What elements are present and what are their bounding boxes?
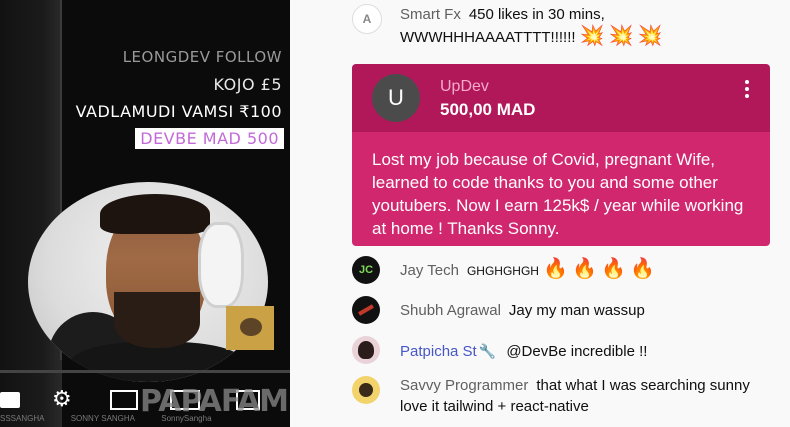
guitar-icon xyxy=(358,304,374,316)
overlay-line-3: VADLAMUDI VAMSI ₹100 xyxy=(75,102,282,121)
social-handle: SONNY SANGHA xyxy=(70,414,136,423)
author-name[interactable]: Shubh Agrawal xyxy=(400,302,501,319)
author-name[interactable]: Patpicha St xyxy=(400,343,477,360)
fire-emoji: 🔥 xyxy=(630,256,656,280)
fire-emoji: 🔥 xyxy=(543,256,569,280)
chat-message: Jay Tech GHGHGHGH 🔥 🔥 🔥 🔥 xyxy=(400,258,790,282)
chat-message: Savvy Programmer that what I was searchin… xyxy=(400,375,760,417)
video-player[interactable]: LEONGDEV FOLLOW KOJO £5 VADLAMUDI VAMSI … xyxy=(0,0,290,427)
profile-photo xyxy=(358,341,374,359)
fire-emoji: 🔥 xyxy=(572,256,598,280)
miniplayer-icon[interactable] xyxy=(110,390,138,410)
progress-bar[interactable] xyxy=(0,370,290,373)
avatar xyxy=(352,336,380,364)
superchat-card[interactable]: U UpDev 500,00 MAD Lost my job because o… xyxy=(352,64,770,246)
beard xyxy=(114,292,200,348)
author-name[interactable]: Jay Tech xyxy=(400,262,459,279)
social-handles: SSSANGHA SONNY SANGHA SonnySangha xyxy=(0,414,290,427)
avatar: JC xyxy=(352,256,380,284)
avatar xyxy=(352,296,380,324)
headphone-icon xyxy=(198,222,244,308)
superchat-amount: 500,00 MAD xyxy=(440,100,536,119)
overlay-line-1: LEONGDEV FOLLOW xyxy=(122,48,282,66)
chat-message: Shubh Agrawal Jay my man wassup xyxy=(400,300,790,321)
profile-photo xyxy=(359,383,373,397)
subtitles-icon[interactable] xyxy=(0,392,20,408)
webcam-circle xyxy=(28,182,268,382)
message-text: @DevBe incredible !! xyxy=(506,343,648,360)
collision-emoji: 💥 xyxy=(579,23,605,47)
chat-message: Patpicha St 🔧 @DevBe incredible !! xyxy=(400,341,790,363)
collision-emoji: 💥 xyxy=(608,23,634,47)
avatar: U xyxy=(372,74,420,122)
message-text: GHGHGHGH xyxy=(466,264,539,278)
collision-emoji: 💥 xyxy=(637,23,663,47)
overlay-line-4: DEVBE MAD 500 xyxy=(135,128,284,149)
gear-icon[interactable]: ⚙ xyxy=(52,388,72,410)
fire-emoji: 🔥 xyxy=(601,256,627,280)
superchat-header: U UpDev 500,00 MAD xyxy=(352,64,770,132)
message-text: Jay my man wassup xyxy=(508,302,645,319)
superchat-message: Lost my job because of Covid, pregnant W… xyxy=(352,132,770,246)
avatar: A xyxy=(352,4,382,34)
cat-thumbnail-image xyxy=(226,306,274,350)
more-options-icon[interactable] xyxy=(744,80,750,101)
author-name[interactable]: UpDev xyxy=(440,78,489,96)
author-name[interactable]: Smart Fx xyxy=(400,6,461,23)
social-handle: SSSANGHA xyxy=(0,414,45,423)
overlay-line-2: KOJO £5 xyxy=(213,75,282,94)
author-name[interactable]: Savvy Programmer xyxy=(400,377,528,394)
chat-message: Smart Fx 450 likes in 30 mins, WWWHHHAAAA… xyxy=(400,4,780,48)
social-handle: SonnySangha xyxy=(161,414,212,423)
hair xyxy=(100,194,210,234)
avatar xyxy=(352,376,380,404)
shirt xyxy=(68,342,248,382)
wrench-icon: 🔧 xyxy=(478,344,497,360)
